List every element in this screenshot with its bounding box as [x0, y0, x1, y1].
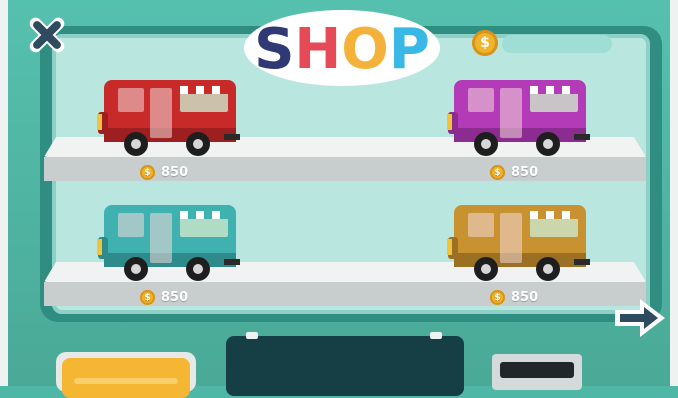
dispenser-tray: [226, 332, 464, 396]
price-tag: $ 850: [140, 290, 188, 305]
coin-icon: $: [472, 30, 498, 56]
screen-border-right: [670, 0, 678, 386]
coin-slot-opening: [500, 362, 574, 378]
price-value: 850: [511, 165, 539, 180]
truck-item-teal[interactable]: [94, 199, 244, 287]
next-page-button[interactable]: [612, 296, 668, 340]
price-value: 850: [161, 290, 189, 305]
title-letter: S: [254, 17, 294, 82]
price-value: 850: [511, 290, 539, 305]
buy-button[interactable]: [56, 352, 196, 398]
truck-item-purple[interactable]: [444, 74, 594, 162]
title-letter: P: [389, 17, 430, 82]
food-truck-icon: [97, 80, 240, 156]
buy-button-face: [62, 358, 190, 398]
coin-icon: $: [140, 165, 155, 180]
coin-balance: $: [472, 30, 614, 58]
arrow-right-icon: [615, 299, 665, 337]
food-truck-icon: [97, 205, 240, 281]
shop-title: SHOP: [242, 6, 442, 88]
truck-item-red[interactable]: [94, 74, 244, 162]
coin-balance-bar: [502, 35, 612, 53]
price-tag: $ 850: [140, 165, 188, 180]
tray-clip: [430, 332, 442, 339]
food-truck-icon: [447, 80, 590, 156]
shop-title-text: SHOP: [254, 17, 430, 82]
close-button[interactable]: [22, 10, 72, 60]
truck-item-gold[interactable]: [444, 199, 594, 287]
coin-icon: $: [490, 290, 505, 305]
price-value: 850: [161, 165, 189, 180]
coin-icon: $: [490, 165, 505, 180]
title-letter: O: [341, 17, 389, 82]
close-icon: [29, 17, 65, 53]
screen-border-left: [0, 0, 8, 386]
title-letter: H: [294, 17, 341, 82]
coin-slot: [492, 354, 582, 390]
tray-clip: [246, 332, 258, 339]
price-tag: $ 850: [490, 165, 538, 180]
food-truck-icon: [447, 205, 590, 281]
coin-icon: $: [140, 290, 155, 305]
button-highlight: [74, 378, 178, 384]
price-tag: $ 850: [490, 290, 538, 305]
